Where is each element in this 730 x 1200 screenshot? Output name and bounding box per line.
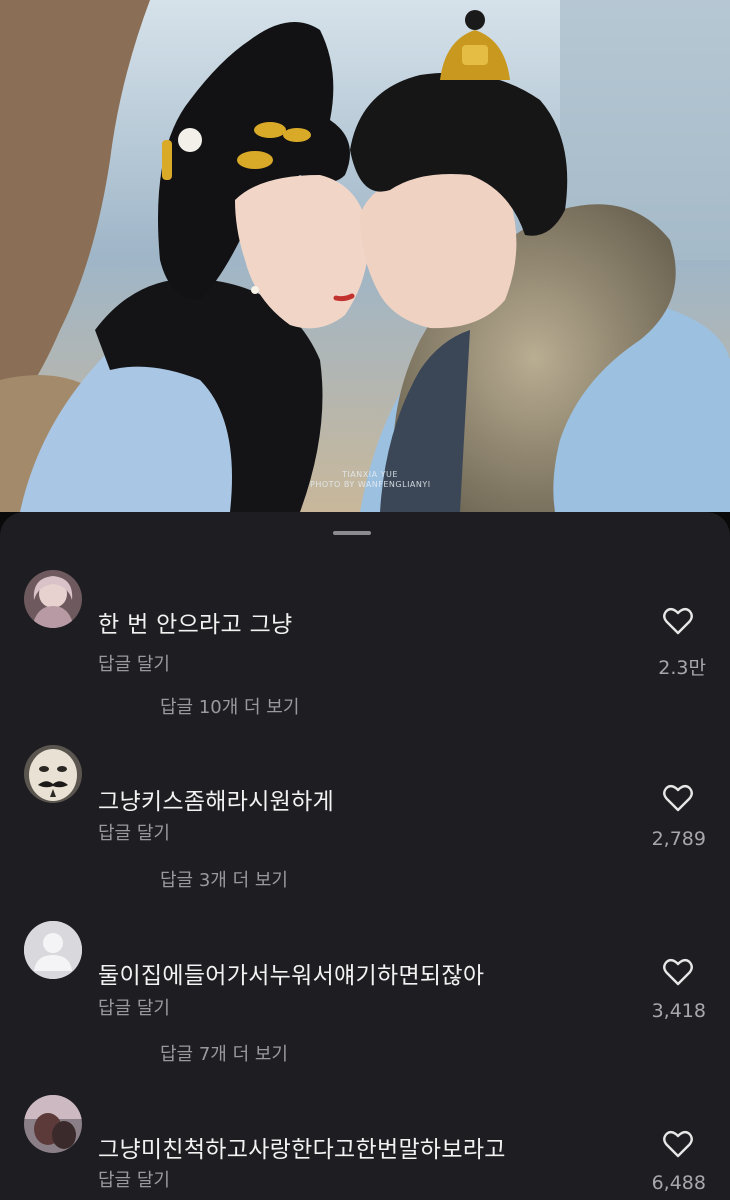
view-more-replies-button[interactable]: 답글 3개 더 보기: [160, 866, 288, 892]
like-count: 2,789: [651, 828, 706, 850]
default-user-icon[interactable]: [24, 921, 82, 979]
avatar-mask-icon[interactable]: [24, 745, 82, 803]
comment-item: 그냥미친척하고사랑한다고한번말하보라고 답글 달기 6,488: [0, 1092, 730, 1200]
like-count: 6,488: [651, 1172, 706, 1194]
comment-text: 둘이집에들어가서누워서얘기하면되잖아: [98, 963, 485, 989]
like-count: 2.3만: [658, 657, 706, 679]
reply-button[interactable]: 답글 달기: [98, 1166, 170, 1192]
drama-photo: TIANXIA YUE PHOTO BY WANFENGLIANYI: [0, 0, 730, 512]
sheet-drag-handle[interactable]: [333, 531, 371, 535]
comment-text: 그냥키스좀해라시원하게: [98, 789, 335, 815]
avatar-photo-icon[interactable]: [24, 1095, 82, 1153]
comment-item: 한 번 안으라고 그냥 답글 달기 답글 10개 더 보기 2.3만: [0, 565, 730, 735]
comment-text: 그냥미친척하고사랑한다고한번말하보라고: [98, 1137, 506, 1163]
screen: TIANXIA YUE PHOTO BY WANFENGLIANYI 한 번 안…: [0, 0, 730, 1200]
comment-item: 그냥키스좀해라시원하게 답글 달기 답글 3개 더 보기 2,789: [0, 742, 730, 912]
view-more-replies-button[interactable]: 답글 10개 더 보기: [160, 693, 299, 719]
comment-item: 둘이집에들어가서누워서얘기하면되잖아 답글 달기 답글 7개 더 보기 3,41…: [0, 918, 730, 1088]
heart-icon[interactable]: [663, 1130, 693, 1158]
photo-illustration: [0, 0, 730, 512]
comment-text: 한 번 안으라고 그냥: [98, 612, 293, 638]
heart-icon[interactable]: [663, 784, 693, 812]
avatar-photo-icon[interactable]: [24, 570, 82, 628]
like-count: 3,418: [651, 1000, 706, 1022]
heart-icon[interactable]: [663, 958, 693, 986]
photo-watermark: TIANXIA YUE PHOTO BY WANFENGLIANYI: [310, 470, 430, 490]
watermark-line-2: PHOTO BY WANFENGLIANYI: [310, 480, 431, 489]
reply-button[interactable]: 답글 달기: [98, 819, 170, 845]
reply-button[interactable]: 답글 달기: [98, 650, 170, 676]
heart-icon[interactable]: [663, 607, 693, 635]
watermark-line-1: TIANXIA YUE: [342, 470, 398, 479]
reply-button[interactable]: 답글 달기: [98, 994, 170, 1020]
view-more-replies-button[interactable]: 답글 7개 더 보기: [160, 1040, 288, 1066]
